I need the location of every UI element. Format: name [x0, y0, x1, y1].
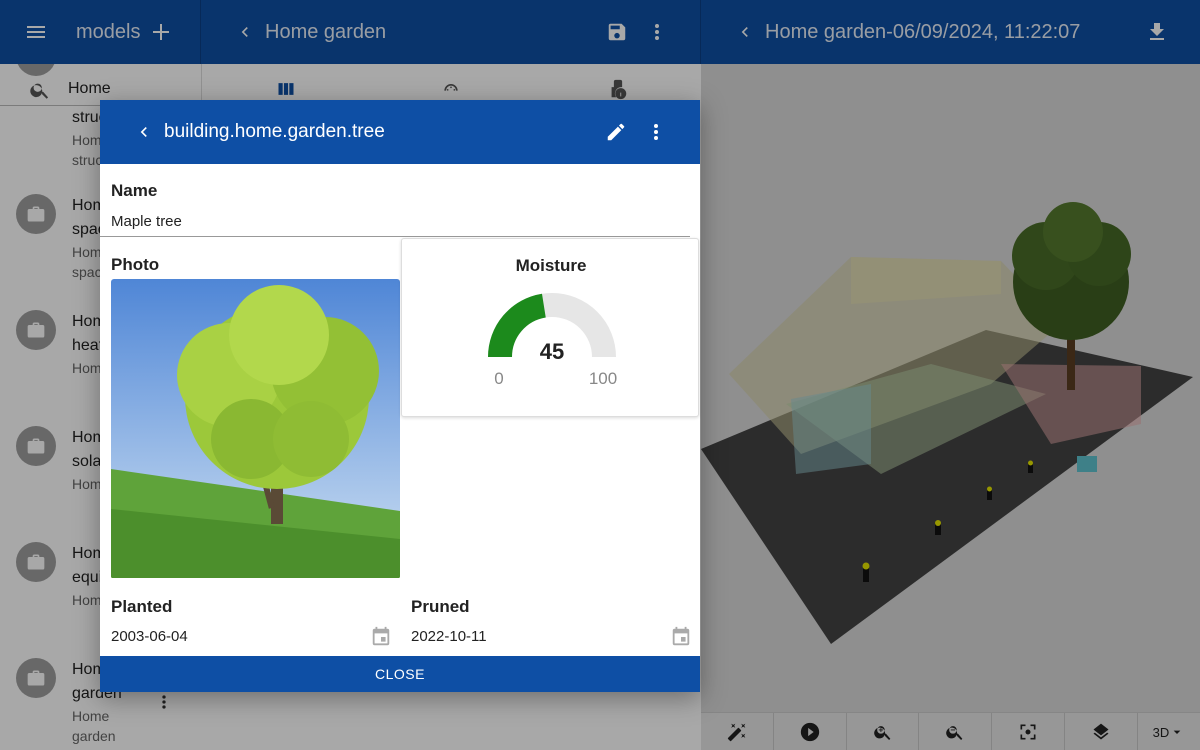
- gauge-fill: [488, 293, 547, 358]
- gauge-min: 0: [494, 369, 503, 388]
- pruned-value[interactable]: 2022-10-11: [411, 628, 487, 645]
- more-vert-icon[interactable]: [642, 118, 670, 146]
- gauge-max: 100: [589, 369, 617, 388]
- name-field[interactable]: Name Maple tree: [100, 164, 700, 238]
- moisture-gauge: 45 0 100: [488, 293, 617, 388]
- planted-label: Planted: [111, 597, 173, 616]
- calendar-icon[interactable]: [370, 626, 392, 653]
- tree-details-dialog: building.home.garden.tree Name Maple tre…: [100, 100, 700, 692]
- back-icon[interactable]: [130, 118, 158, 146]
- dialog-title: building.home.garden.tree: [164, 121, 385, 142]
- name-underline: [100, 236, 690, 237]
- calendar-icon[interactable]: [670, 626, 692, 653]
- edit-icon[interactable]: [602, 118, 630, 146]
- pruned-field[interactable]: Pruned 2022-10-11: [400, 578, 700, 656]
- photo-field: Photo: [100, 238, 400, 579]
- pruned-label: Pruned: [411, 597, 470, 616]
- moisture-label: Moisture: [515, 256, 587, 275]
- planted-value[interactable]: 2003-06-04: [111, 628, 188, 645]
- dialog-header: building.home.garden.tree: [100, 100, 700, 164]
- gauge-value: 45: [540, 339, 564, 364]
- moisture-card: Moisture 45 0 100: [401, 238, 699, 417]
- name-value[interactable]: Maple tree: [111, 213, 182, 230]
- planted-field[interactable]: Planted 2003-06-04: [100, 578, 400, 656]
- close-button[interactable]: CLOSE: [100, 656, 700, 692]
- tree-photo[interactable]: [111, 279, 400, 579]
- photo-label: Photo: [111, 255, 160, 274]
- name-label: Name: [111, 181, 158, 200]
